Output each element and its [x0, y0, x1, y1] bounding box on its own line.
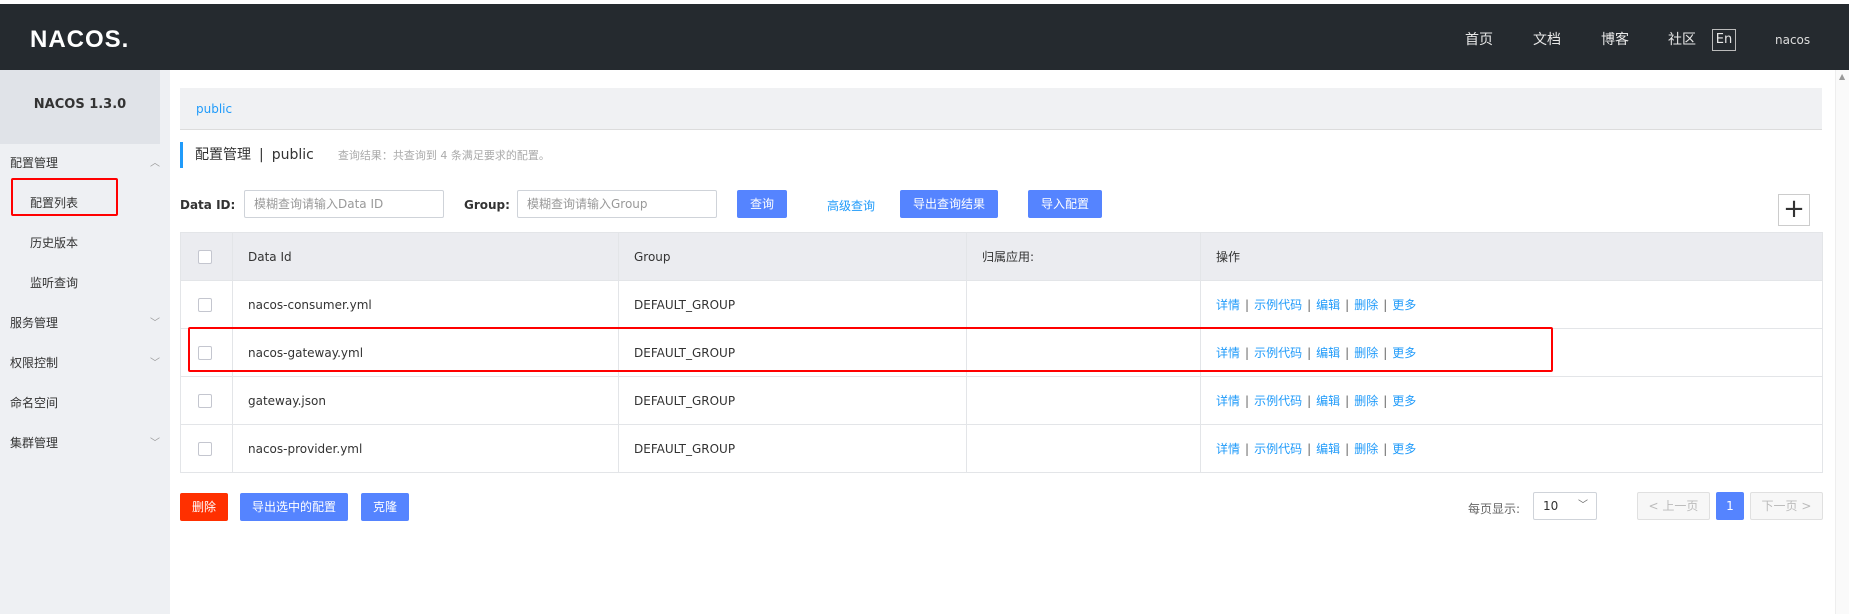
op-sample-code[interactable]: 示例代码	[1254, 394, 1302, 408]
sidebar-item-listener[interactable]: 监听查询	[30, 274, 78, 291]
version-label: NACOS 1.3.0	[0, 70, 160, 144]
nav-home[interactable]: 首页	[1465, 29, 1493, 49]
prev-page-button[interactable]: < 上一页	[1637, 492, 1710, 520]
breadcrumb-namespace[interactable]: public	[196, 102, 232, 116]
page-size-select[interactable]: 10 ﹀	[1533, 492, 1597, 520]
group-input[interactable]	[517, 190, 717, 218]
cell-app	[966, 424, 1201, 473]
cell-ops: 详情 | 示例代码 | 编辑 | 删除 | 更多	[1200, 424, 1823, 473]
row-checkbox[interactable]	[198, 393, 212, 408]
cell-app	[966, 376, 1201, 425]
clone-button[interactable]: 克隆	[361, 493, 410, 521]
op-sample-code[interactable]: 示例代码	[1254, 298, 1302, 312]
cell-group: DEFAULT_GROUP	[618, 424, 967, 473]
user-name[interactable]: nacos	[1775, 33, 1810, 47]
export-query-button[interactable]: 导出查询结果	[900, 190, 998, 218]
page-title-namespace: public	[271, 147, 314, 163]
chevron-down-icon[interactable]: ﹀	[150, 354, 160, 369]
op-more[interactable]: 更多	[1392, 442, 1416, 456]
op-edit[interactable]: 编辑	[1316, 442, 1340, 456]
highlight-box	[188, 327, 1553, 372]
cell-app	[966, 280, 1201, 329]
op-detail[interactable]: 详情	[1216, 394, 1240, 408]
nacos-logo[interactable]: NACOS.	[30, 26, 129, 54]
dataid-label: Data ID:	[180, 198, 236, 212]
sidebar-group-cluster[interactable]: 集群管理	[10, 434, 58, 451]
page-title: 配置管理 | public 查询结果：共查询到 4 条满足要求的配置。	[180, 142, 550, 168]
sidebar-group-config[interactable]: 配置管理	[10, 154, 58, 171]
dataid-input[interactable]	[244, 190, 444, 218]
delete-selected-button[interactable]: 删除	[180, 493, 229, 521]
query-result-hint: 查询结果：共查询到 4 条满足要求的配置。	[337, 149, 550, 162]
op-edit[interactable]: 编辑	[1316, 298, 1340, 312]
next-page-button[interactable]: 下一页 >	[1750, 492, 1823, 520]
cell-dataid: gateway.json	[232, 376, 619, 425]
sidebar-group-namespace[interactable]: 命名空间	[10, 394, 58, 411]
col-group: Group	[618, 232, 967, 281]
col-app: 归属应用:	[966, 232, 1201, 281]
page-number-current[interactable]: 1	[1716, 492, 1744, 520]
op-delete[interactable]: 删除	[1354, 298, 1378, 312]
breadcrumb: public	[180, 88, 1822, 130]
page-title-main: 配置管理	[195, 147, 251, 163]
plus-icon: +	[1783, 194, 1805, 224]
op-detail[interactable]: 详情	[1216, 298, 1240, 312]
op-delete[interactable]: 删除	[1354, 394, 1378, 408]
cell-dataid: nacos-consumer.yml	[232, 280, 619, 329]
table-row: nacos-provider.yml DEFAULT_GROUP 详情 | 示例代码…	[180, 424, 1823, 473]
sidebar: NACOS 1.3.0 配置管理 ︿ 配置列表 历史版本 监听查询 服务管理 ﹀…	[0, 70, 170, 614]
chevron-down-icon[interactable]: ﹀	[150, 314, 160, 329]
table-row: nacos-consumer.yml DEFAULT_GROUP 详情 | 示例代码…	[180, 280, 1823, 329]
page-size-label: 每页显示:	[1468, 502, 1521, 516]
cell-group: DEFAULT_GROUP	[618, 280, 967, 329]
col-operations: 操作	[1200, 232, 1823, 281]
op-detail[interactable]: 详情	[1216, 442, 1240, 456]
chevron-down-icon: ﹀	[1578, 500, 1588, 511]
sidebar-group-auth[interactable]: 权限控制	[10, 354, 58, 371]
advanced-query-link[interactable]: 高级查询	[827, 197, 875, 214]
nav-blog[interactable]: 博客	[1601, 29, 1629, 49]
cell-ops: 详情 | 示例代码 | 编辑 | 删除 | 更多	[1200, 376, 1823, 425]
chevron-down-icon[interactable]: ﹀	[150, 434, 160, 449]
chevron-left-icon: <	[1648, 499, 1663, 513]
select-all-checkbox[interactable]	[198, 249, 212, 264]
cell-group: DEFAULT_GROUP	[618, 376, 967, 425]
table-header: Data Id Group 归属应用: 操作	[180, 232, 1823, 281]
col-dataid: Data Id	[232, 232, 619, 281]
query-button[interactable]: 查询	[737, 190, 787, 218]
nav-community[interactable]: 社区	[1668, 29, 1696, 49]
page-size-value: 10	[1543, 499, 1559, 513]
language-toggle[interactable]: En	[1712, 29, 1736, 51]
nav-docs[interactable]: 文档	[1533, 29, 1561, 49]
scroll-up-icon[interactable]: ▲	[1839, 72, 1845, 81]
op-more[interactable]: 更多	[1392, 298, 1416, 312]
export-selected-button[interactable]: 导出选中的配置	[240, 493, 349, 521]
row-checkbox[interactable]	[198, 441, 212, 456]
top-header: NACOS. 首页 文档 博客 社区 En nacos	[0, 4, 1849, 70]
sidebar-item-history[interactable]: 历史版本	[30, 234, 78, 251]
op-more[interactable]: 更多	[1392, 394, 1416, 408]
cell-ops: 详情 | 示例代码 | 编辑 | 删除 | 更多	[1200, 280, 1823, 329]
op-sample-code[interactable]: 示例代码	[1254, 442, 1302, 456]
add-config-button[interactable]: +	[1778, 194, 1810, 226]
sidebar-group-service[interactable]: 服务管理	[10, 314, 58, 331]
table-row: gateway.json DEFAULT_GROUP 详情 | 示例代码 | 编辑 | 删除…	[180, 376, 1823, 425]
group-label: Group:	[464, 198, 510, 212]
title-separator: |	[259, 147, 264, 163]
scrollbar[interactable]: ▲	[1835, 70, 1849, 614]
chevron-up-icon[interactable]: ︿	[150, 154, 160, 169]
row-checkbox[interactable]	[198, 297, 212, 312]
op-edit[interactable]: 编辑	[1316, 394, 1340, 408]
cell-dataid: nacos-provider.yml	[232, 424, 619, 473]
highlight-box	[11, 178, 118, 216]
import-config-button[interactable]: 导入配置	[1028, 190, 1102, 218]
op-delete[interactable]: 删除	[1354, 442, 1378, 456]
chevron-right-icon: >	[1797, 499, 1812, 513]
